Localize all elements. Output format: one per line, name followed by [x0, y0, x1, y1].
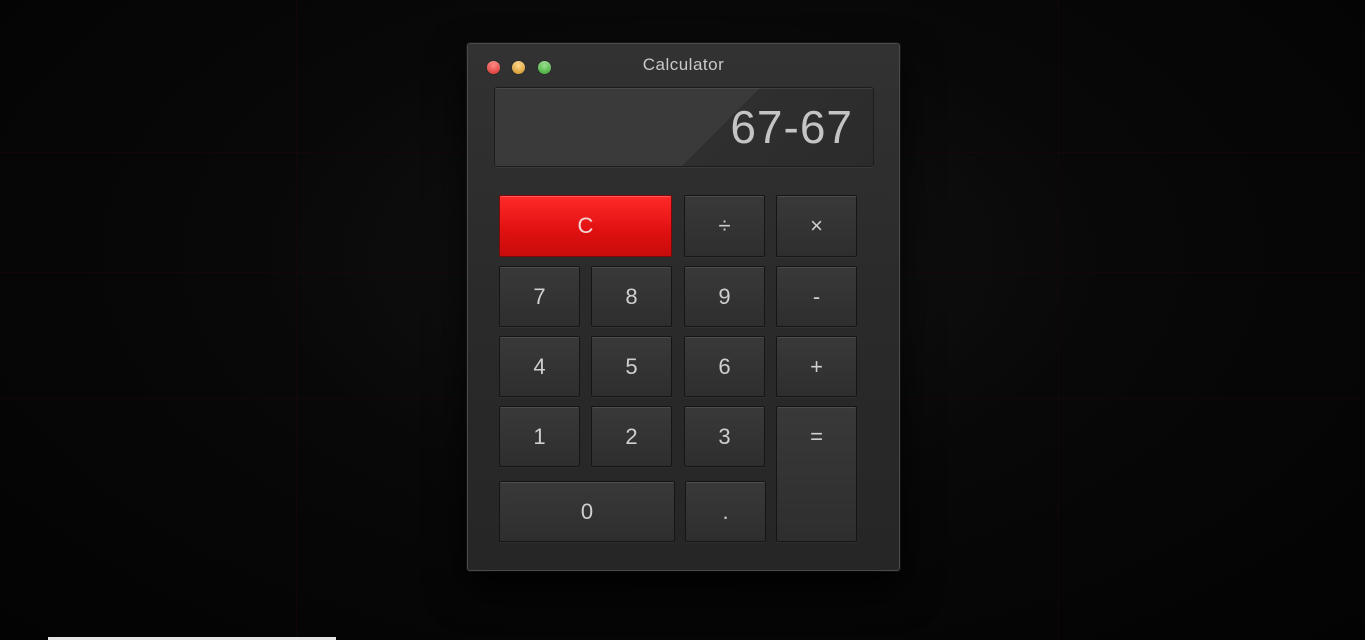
grid-line: [1058, 0, 1059, 640]
digit-6-button[interactable]: 6: [684, 336, 765, 397]
plus-button-label: +: [810, 353, 823, 379]
digit-2-button[interactable]: 2: [591, 406, 672, 467]
digit-0-button[interactable]: 0: [499, 481, 675, 542]
clear-button[interactable]: C: [499, 195, 672, 257]
digit-8-button[interactable]: 8: [591, 266, 672, 327]
digit-5-button[interactable]: 5: [591, 336, 672, 397]
digit-9-button[interactable]: 9: [684, 266, 765, 327]
equals-button[interactable]: =: [776, 406, 857, 542]
digit-6-label: 6: [718, 353, 731, 379]
grid-line: [296, 0, 297, 640]
minus-button[interactable]: -: [776, 266, 857, 327]
plus-button[interactable]: +: [776, 336, 857, 397]
decimal-button[interactable]: .: [685, 481, 766, 542]
clear-button-label: C: [577, 213, 594, 238]
digit-9-label: 9: [718, 283, 731, 309]
digit-4-button[interactable]: 4: [499, 336, 580, 397]
decimal-button-label: .: [722, 498, 729, 524]
digit-0-label: 0: [580, 498, 594, 524]
divide-button[interactable]: ÷: [684, 195, 765, 257]
digit-2-label: 2: [625, 423, 638, 449]
digit-7-button[interactable]: 7: [499, 266, 580, 327]
digit-4-label: 4: [533, 353, 546, 379]
calculator-window: Calculator 67-67 C ÷ × 7 8 9 - 4 5 6 + 1…: [467, 43, 900, 571]
digit-8-label: 8: [625, 283, 638, 309]
multiply-button-label: ×: [810, 213, 823, 238]
desktop-background: Calculator 67-67 C ÷ × 7 8 9 - 4 5 6 + 1…: [0, 0, 1365, 640]
minus-button-label: -: [812, 283, 821, 309]
digit-1-button[interactable]: 1: [499, 406, 580, 467]
divide-button-label: ÷: [718, 213, 731, 238]
equals-button-label: =: [810, 424, 823, 449]
digit-7-label: 7: [533, 283, 546, 309]
display-value: 67-67: [730, 101, 853, 153]
digit-3-label: 3: [718, 423, 731, 449]
multiply-button[interactable]: ×: [776, 195, 857, 257]
calculator-display: 67-67: [494, 87, 874, 167]
window-title: Calculator: [642, 55, 725, 74]
digit-5-label: 5: [625, 353, 638, 379]
title-bar[interactable]: Calculator: [468, 44, 899, 84]
digit-1-label: 1: [533, 423, 546, 449]
digit-3-button[interactable]: 3: [684, 406, 765, 467]
